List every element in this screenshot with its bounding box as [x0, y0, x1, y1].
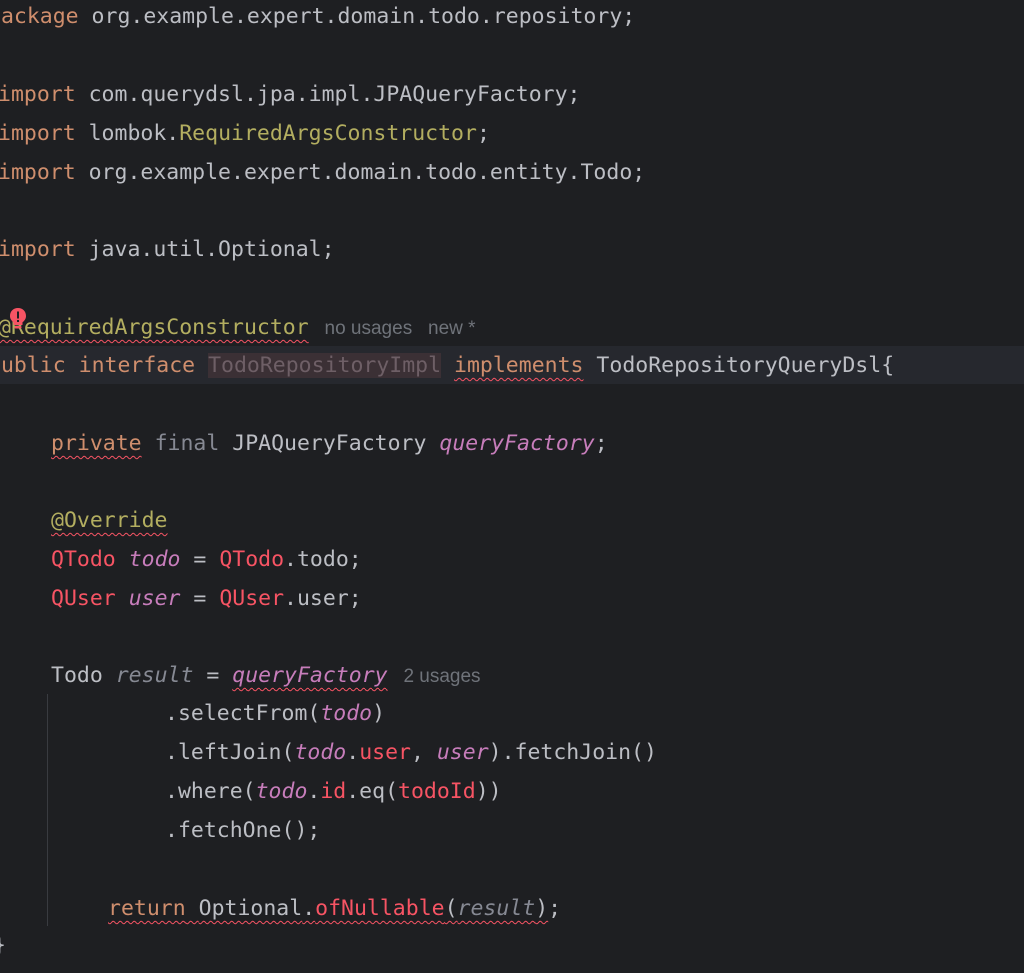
fetch-join-call: ).fetchJoin(): [488, 740, 657, 765]
query-factory-ref: queryFactory: [232, 663, 388, 688]
left-join-call: .leftJoin(: [165, 740, 295, 765]
code-line-import-2[interactable]: import lombok.RequiredArgsConstructor;: [0, 114, 490, 153]
code-line-close-brace[interactable]: }: [0, 926, 6, 965]
import-path: java.util.Optional;: [75, 237, 335, 262]
code-line-select-from[interactable]: .selectFrom(todo): [165, 694, 385, 733]
new-hint: new *: [428, 318, 476, 339]
usage-hint[interactable]: no usages new *: [309, 318, 476, 339]
quser-ref: QUser: [219, 586, 285, 611]
code-line-fetch-one[interactable]: .fetchOne();: [165, 811, 320, 850]
code-line-qtodo[interactable]: QTodo todo = QTodo.todo;: [51, 540, 362, 579]
todo-type: Todo: [51, 663, 103, 688]
qtodo-type: QTodo: [51, 547, 116, 572]
where-close: )): [475, 779, 502, 804]
quser-type: QUser: [51, 586, 116, 611]
public-keyword: public: [0, 353, 66, 378]
closing-brace: }: [0, 933, 6, 958]
code-line-annotation[interactable]: @RequiredArgsConstructor no usages new *: [0, 308, 476, 347]
return-keyword: return: [108, 896, 186, 921]
result-variable: result: [457, 896, 536, 921]
code-line-package[interactable]: package org.example.expert.domain.todo.r…: [0, 0, 635, 36]
todo-variable: todo: [320, 701, 373, 726]
no-usages-hint: no usages: [324, 318, 413, 339]
semicolon: ;: [476, 121, 490, 146]
todo-id-param: todoId: [398, 779, 476, 804]
of-nullable-call: ofNullable: [315, 896, 445, 921]
usage-hint[interactable]: 2 usages: [388, 666, 481, 687]
result-variable: result: [115, 663, 194, 688]
dot: .: [307, 779, 321, 804]
annotation-required-args: @RequiredArgsConstructor: [0, 315, 309, 340]
todo-variable: todo: [294, 740, 347, 765]
code-line-result[interactable]: Todo result = queryFactory 2 usages: [51, 656, 481, 695]
code-line-left-join[interactable]: .leftJoin(todo.user, user).fetchJoin(): [165, 733, 657, 772]
dot: .: [302, 896, 316, 921]
qtodo-ref: QTodo: [219, 547, 285, 572]
implements-keyword: implements: [454, 353, 584, 378]
final-keyword: final: [154, 431, 220, 456]
fetch-one-call: .fetchOne();: [165, 818, 321, 843]
eq-call: .eq(: [346, 779, 399, 804]
code-line-field[interactable]: private final JPAQueryFactory queryFacto…: [51, 424, 608, 463]
override-annotation: @Override: [51, 508, 168, 533]
select-from-call: .selectFrom(: [165, 701, 321, 726]
error-bulb-icon[interactable]: [6, 306, 30, 330]
todo-variable: todo: [128, 547, 181, 572]
user-variable: user: [128, 586, 181, 611]
interface-name[interactable]: TodoRepositoryImpl: [208, 353, 442, 378]
optional-class: Optional: [198, 896, 303, 921]
id-field: id: [320, 779, 347, 804]
import-class: RequiredArgsConstructor: [179, 121, 477, 146]
semicolon: ;: [548, 896, 562, 921]
interface-keyword: interface: [78, 353, 196, 378]
qtodo-assign-suffix: .todo;: [284, 547, 362, 572]
code-line-quser[interactable]: QUser user = QUser.user;: [51, 579, 362, 618]
code-line-interface[interactable]: public interface TodoRepositoryImpl impl…: [0, 346, 894, 385]
import-keyword: import: [0, 160, 76, 185]
semicolon: ;: [594, 431, 608, 456]
paren-close: ): [372, 701, 386, 726]
indent-guide: [47, 694, 48, 926]
code-line-import-4[interactable]: import java.util.Optional;: [0, 230, 335, 269]
two-usages-hint: 2 usages: [403, 666, 481, 687]
todo-variable: todo: [255, 779, 308, 804]
code-line-import-3[interactable]: import org.example.expert.domain.todo.en…: [0, 153, 645, 192]
user-field: user: [359, 740, 411, 765]
code-line-where[interactable]: .where(todo.id.eq(todoId)): [165, 772, 502, 811]
import-keyword: import: [0, 121, 76, 146]
code-line-return[interactable]: return Optional.ofNullable(result);: [108, 889, 561, 928]
import-path: org.example.expert.domain.todo.entity.To…: [75, 160, 646, 185]
code-editor[interactable]: package org.example.expert.domain.todo.r…: [0, 0, 1024, 973]
code-line-override[interactable]: @Override: [51, 501, 168, 540]
private-keyword: private: [51, 431, 142, 456]
import-keyword: import: [0, 82, 76, 107]
package-keyword: package: [0, 4, 79, 29]
super-interface: TodoRepositoryQueryDsl{: [583, 353, 895, 378]
dot: .: [346, 740, 360, 765]
quser-assign-suffix: .user;: [284, 586, 362, 611]
package-name: org.example.expert.domain.todo.repositor…: [78, 4, 636, 29]
code-line-import-1[interactable]: import com.querydsl.jpa.impl.JPAQueryFac…: [0, 75, 581, 114]
field-name: queryFactory: [439, 431, 595, 456]
import-keyword: import: [0, 237, 76, 262]
import-path: com.querydsl.jpa.impl.JPAQueryFactory;: [75, 82, 581, 107]
user-variable: user: [436, 740, 489, 765]
import-path: lombok.: [75, 121, 180, 146]
field-type: JPAQueryFactory: [232, 431, 427, 456]
where-call: .where(: [165, 779, 256, 804]
